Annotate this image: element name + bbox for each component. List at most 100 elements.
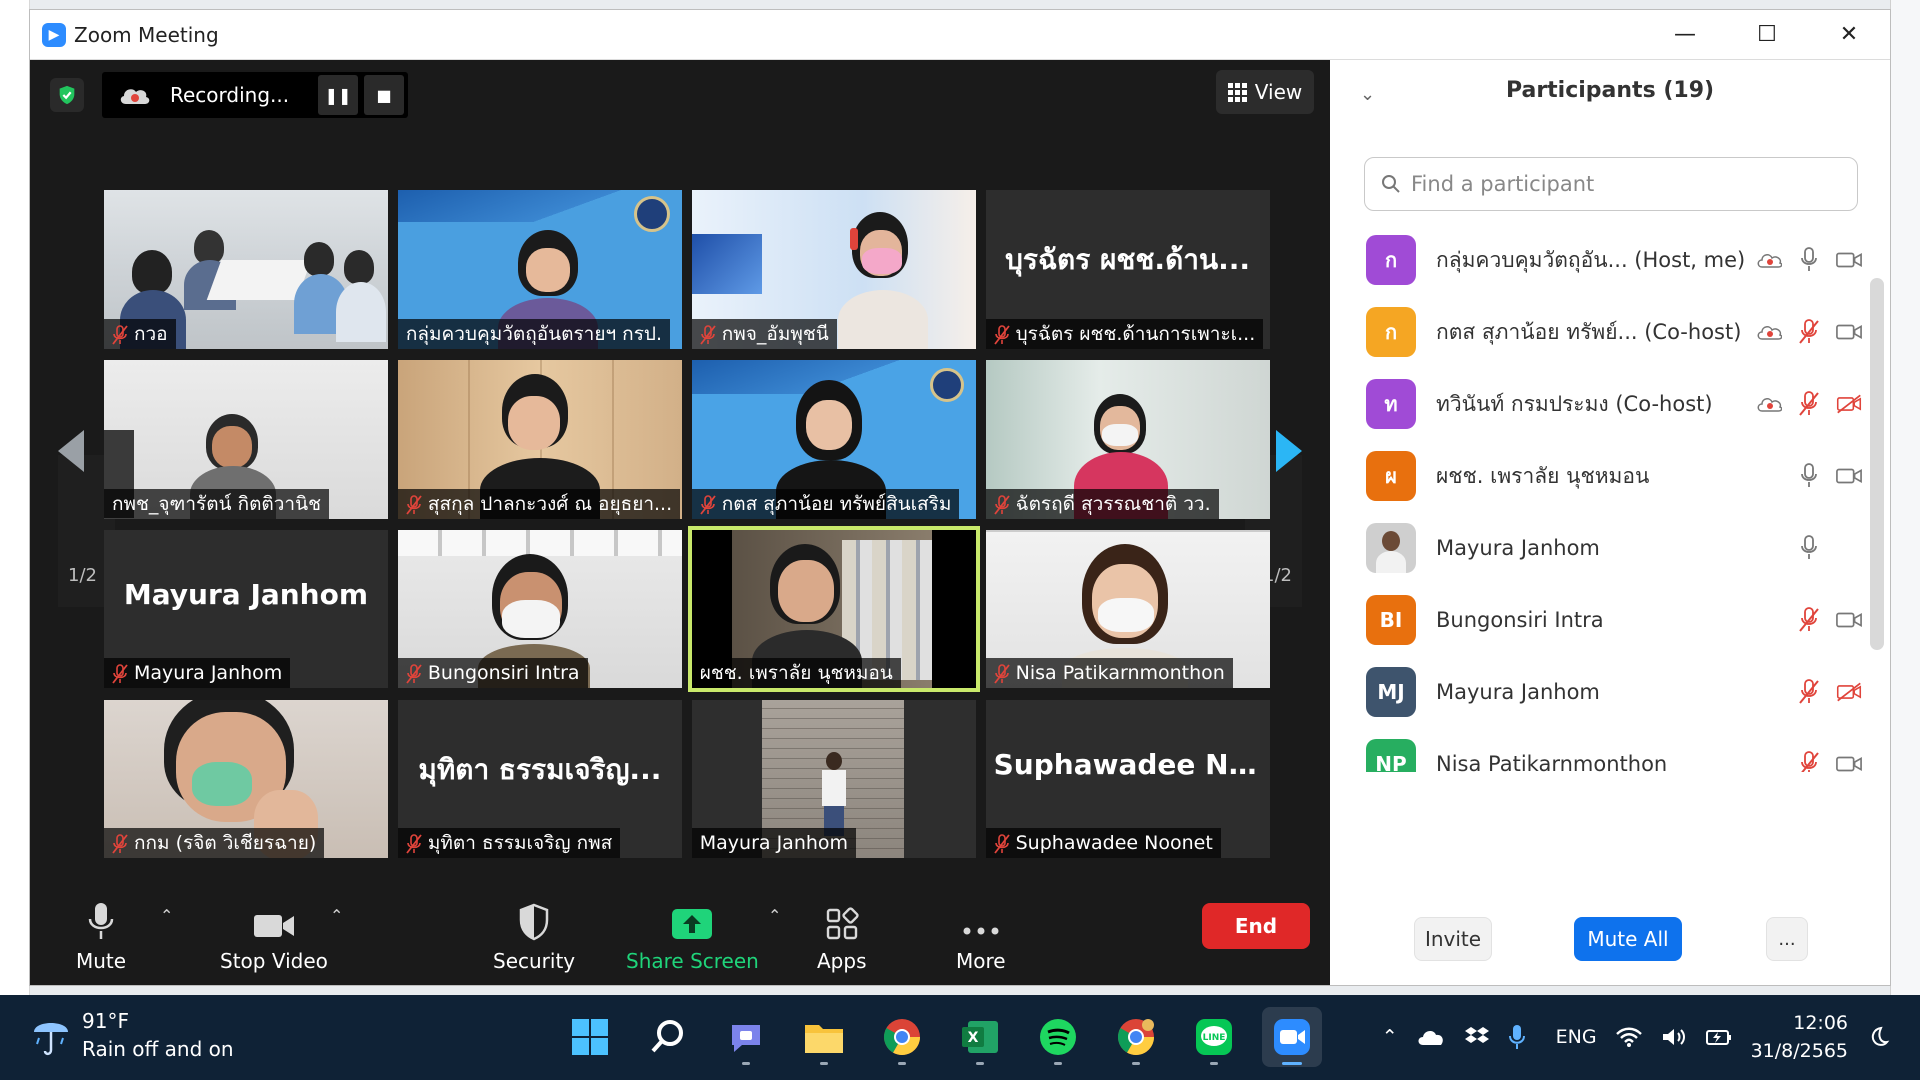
participant-mic-icon[interactable]	[1796, 247, 1822, 273]
participant-status-icons	[1756, 391, 1862, 417]
participant-row[interactable]: Mayura Janhom	[1330, 512, 1890, 584]
video-tile[interactable]: Suphawadee No... Suphawadee Noonet	[985, 699, 1270, 859]
battery-charging-icon[interactable]	[1705, 1026, 1733, 1048]
chrome-profile-icon[interactable]	[1106, 1007, 1166, 1067]
participant-search-input[interactable]: Find a participant	[1364, 157, 1858, 211]
zoom-taskbar-icon[interactable]	[1262, 1007, 1322, 1067]
clock-date: 31/8/2565	[1750, 1040, 1848, 1062]
participant-status-icons	[1756, 247, 1862, 273]
participant-mic-icon[interactable]	[1796, 535, 1822, 561]
participant-mic-muted-icon[interactable]	[1796, 607, 1822, 633]
video-tile[interactable]: บุรฉัตร ผชช.ด้าน... บุรฉัตร ผชช.ด้านการเพ…	[985, 190, 1270, 349]
participant-mic-muted-icon[interactable]	[1796, 679, 1822, 705]
participant-row[interactable]: ท ทวินันท์ กรมประมง (Co-host)	[1330, 368, 1890, 440]
video-tile[interactable]: ผชช. เพราลัย นุชหมอน	[687, 525, 980, 693]
participant-name: กลุ่มควบคุมวัตถุอัน... (Host, me)	[1436, 247, 1746, 272]
participant-avatar: ผ	[1366, 451, 1416, 501]
share-options-caret-icon[interactable]: ⌃	[768, 906, 781, 925]
participant-row[interactable]: BI Bungonsiri Intra	[1330, 584, 1890, 656]
video-tile[interactable]: Mayura Janhom Mayura Janhom	[104, 529, 388, 689]
weather-condition: Rain off and on	[82, 1037, 234, 1061]
participant-row[interactable]: MJ Mayura Janhom	[1330, 656, 1890, 728]
participant-camera-icon[interactable]	[1836, 463, 1862, 489]
tile-name-label: กกม (รจิต วิเชียรฉาย)	[104, 828, 325, 859]
video-tile[interactable]: กพช_จุฑารัตน์ กิตติวานิช	[104, 359, 388, 519]
video-tile[interactable]: กกม (รจิต วิเชียรฉาย)	[104, 699, 388, 859]
page-indicator-left: 1/2	[68, 565, 97, 586]
invite-button[interactable]: Invite	[1414, 917, 1492, 961]
video-tile[interactable]: ฉัตรฤดี สุวรรณชาติ วว.	[985, 359, 1270, 519]
participant-row[interactable]: ก กลุ่มควบคุมวัตถุอัน... (Host, me)	[1330, 224, 1890, 296]
onedrive-cloud-icon[interactable]	[1416, 1027, 1446, 1047]
participant-row[interactable]: ผ ผชช. เพราลัย นุชหมอน	[1330, 440, 1890, 512]
tray-chevron-up-icon[interactable]: ⌃	[1382, 1026, 1398, 1048]
volume-icon[interactable]	[1661, 1026, 1687, 1048]
view-button[interactable]: View	[1216, 70, 1314, 114]
participant-camera-icon[interactable]	[1836, 319, 1862, 345]
participant-mic-icon[interactable]	[1796, 463, 1822, 489]
weather-temperature: 91°F	[82, 1009, 129, 1033]
end-meeting-button[interactable]: End	[1202, 903, 1310, 949]
excel-icon[interactable]: X	[950, 1007, 1010, 1067]
dropbox-icon[interactable]	[1464, 1025, 1490, 1049]
teams-chat-icon[interactable]	[716, 1007, 776, 1067]
participant-status-icons	[1796, 607, 1862, 633]
focus-moon-icon[interactable]	[1866, 1025, 1890, 1049]
pause-recording-button[interactable]: ❚❚	[318, 75, 358, 115]
system-clock[interactable]: 12:06 31/8/2565	[1751, 1009, 1848, 1065]
mute-all-button[interactable]: Mute All	[1574, 917, 1682, 961]
close-button[interactable]: ✕	[1808, 10, 1890, 60]
more-button[interactable]: More	[956, 897, 1006, 973]
search-taskbar-icon[interactable]	[638, 1007, 698, 1067]
participant-mic-muted-icon[interactable]	[1796, 751, 1822, 772]
video-tile[interactable]: กตส สุภาน้อย ทรัพย์สินเสริม	[691, 359, 976, 519]
tile-participant-name: Mayura Janhom	[699, 832, 849, 855]
spotify-icon[interactable]	[1028, 1007, 1088, 1067]
participant-camera-icon[interactable]	[1836, 751, 1862, 772]
file-explorer-icon[interactable]	[794, 1007, 854, 1067]
line-app-icon[interactable]: LINE	[1184, 1007, 1244, 1067]
security-button[interactable]: Security	[493, 897, 575, 973]
audio-options-caret-icon[interactable]: ⌃	[160, 906, 173, 925]
participant-row[interactable]: NP Nisa Patikarnmonthon	[1330, 728, 1890, 772]
video-tile[interactable]: กพจ_อัมพุชนี	[691, 190, 976, 349]
minimize-button[interactable]: —	[1644, 10, 1726, 60]
chrome-icon[interactable]	[872, 1007, 932, 1067]
muted-mic-icon	[112, 833, 128, 854]
participant-camera-icon[interactable]	[1836, 607, 1862, 633]
video-tile[interactable]: สุสกุล ปาลกะวงศ์ ณ อยุธยา...	[397, 359, 682, 519]
video-options-caret-icon[interactable]: ⌃	[330, 906, 343, 925]
participants-more-button[interactable]: ...	[1766, 917, 1808, 961]
video-tile[interactable]: Bungonsiri Intra	[397, 529, 682, 689]
stop-recording-button[interactable]: ■	[364, 75, 404, 115]
tile-name-label: กตส สุภาน้อย ทรัพย์สินเสริม	[691, 488, 960, 519]
participant-mic-muted-icon[interactable]	[1796, 391, 1822, 417]
weather-widget[interactable]: 91°F Rain off and on	[30, 1009, 234, 1061]
maximize-button[interactable]: ☐	[1726, 10, 1808, 60]
encryption-shield-icon[interactable]	[50, 78, 84, 112]
stop-video-button[interactable]: Stop Video	[220, 897, 328, 973]
wifi-icon[interactable]	[1615, 1026, 1643, 1048]
participant-list-scrollbar[interactable]	[1870, 278, 1884, 650]
muted-mic-icon	[112, 324, 128, 345]
participant-camera-icon[interactable]	[1836, 247, 1862, 273]
participant-row[interactable]: ก กตส สุภาน้อย ทรัพย์... (Co-host)	[1330, 296, 1890, 368]
window-controls: — ☐ ✕	[1644, 10, 1890, 60]
share-screen-button[interactable]: Share Screen	[626, 897, 759, 973]
video-tile[interactable]: Mayura Janhom	[691, 699, 976, 859]
previous-page-arrow-icon[interactable]	[54, 428, 88, 474]
apps-button[interactable]: Apps	[817, 897, 867, 973]
start-windows-icon[interactable]	[560, 1007, 620, 1067]
participant-camera-off-icon[interactable]	[1836, 679, 1862, 705]
recording-bar: Recording... ❚❚ ■	[102, 72, 408, 118]
mute-button[interactable]: Mute	[76, 897, 126, 973]
video-tile[interactable]: กวอ	[104, 190, 388, 349]
video-tile[interactable]: มุทิตา ธรรมเจริญ... มุทิตา ธรรมเจริญ กพส	[397, 699, 682, 859]
participant-mic-muted-icon[interactable]	[1796, 319, 1822, 345]
participant-camera-off-icon[interactable]	[1836, 391, 1862, 417]
mute-label: Mute	[76, 949, 127, 973]
video-tile[interactable]: Nisa Patikarnmonthon	[985, 529, 1270, 689]
input-language[interactable]: ENG	[1556, 1026, 1597, 1048]
video-tile[interactable]: กลุ่มควบคุมวัตถุอันตรายฯ กรป.	[397, 190, 682, 349]
tray-microphone-icon[interactable]	[1508, 1023, 1526, 1051]
